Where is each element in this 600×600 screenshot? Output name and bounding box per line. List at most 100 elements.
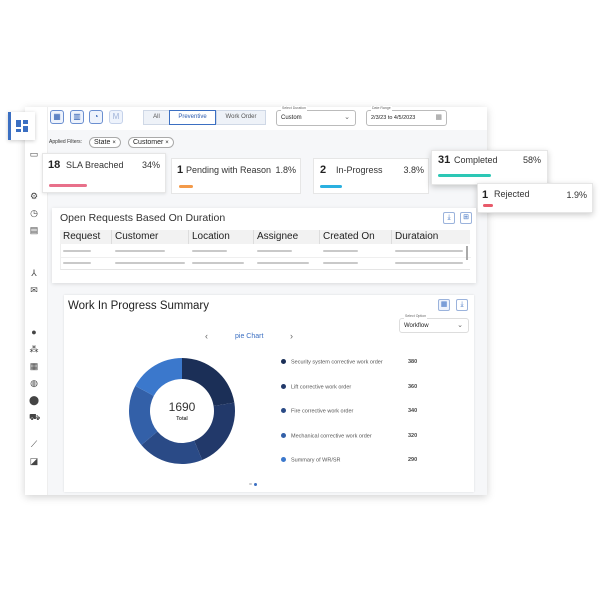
- column-header-assignee[interactable]: Assignee: [254, 230, 320, 244]
- legend-item: Fire corrective work order: [281, 408, 353, 416]
- status-card-in-progress[interactable]: 2 In-Progress 3.8%: [313, 158, 429, 194]
- legend-label: Fire corrective work order: [291, 408, 354, 415]
- scrollbar[interactable]: [466, 246, 468, 260]
- date-range-field[interactable]: Date Range 2/3/23 to 4/5/2023 ▦: [366, 106, 447, 126]
- card-bar: [49, 184, 87, 187]
- open-requests-title: Open Requests Based On Duration: [60, 212, 226, 224]
- chevron-down-icon: ⌄: [457, 322, 463, 329]
- card-count: 1: [482, 189, 489, 201]
- status-card-pending[interactable]: 1 Pending with Reason 1.8%: [171, 158, 301, 194]
- hierarchy-icon[interactable]: ⅄: [29, 268, 39, 278]
- column-header-duration[interactable]: Durataion: [392, 230, 470, 244]
- edit-icon[interactable]: ◪: [29, 456, 39, 466]
- legend-label: Summary of WR/SR: [291, 457, 341, 464]
- download-button[interactable]: ⤓: [456, 299, 468, 311]
- status-card-completed[interactable]: 31 Completed 58%: [431, 150, 548, 185]
- option-value: Workflow: [404, 323, 429, 329]
- option-label: Select Option: [404, 314, 428, 319]
- sidebar-item-dashboard[interactable]: [8, 112, 35, 140]
- legend-value: 340: [408, 408, 418, 414]
- columns-button[interactable]: ⊞: [460, 212, 472, 224]
- clock-icon[interactable]: ◷: [29, 208, 39, 218]
- donut-total-label: Total: [176, 416, 188, 422]
- globe-icon[interactable]: ◍: [29, 378, 39, 388]
- cart-icon[interactable]: ⛟: [29, 412, 40, 422]
- chart-type-label: pie Chart: [235, 333, 264, 340]
- segment-work-order[interactable]: Work Order: [216, 110, 266, 125]
- card-bar: [179, 185, 193, 188]
- chevron-right-icon[interactable]: ›: [290, 331, 293, 341]
- mail-view-button[interactable]: M: [109, 110, 123, 124]
- legend-value: 320: [408, 432, 418, 439]
- dashboard-view-button[interactable]: ▦: [50, 110, 64, 124]
- legend-dot: [281, 359, 286, 364]
- column-header-created-on[interactable]: Created On: [320, 230, 392, 244]
- location-pin-icon[interactable]: ⬤: [29, 395, 39, 405]
- filter-chip-customer[interactable]: Customer ×: [128, 137, 174, 148]
- close-icon[interactable]: ×: [165, 140, 169, 146]
- chart-view-button[interactable]: ◔: [89, 110, 103, 124]
- applied-filters-label: Applied Filters:: [49, 139, 83, 145]
- user-icon[interactable]: ●: [29, 327, 39, 337]
- status-card-sla-breached[interactable]: 18 SLA Breached 34%: [42, 153, 166, 193]
- chevron-down-icon: ⌄: [344, 114, 350, 121]
- table-icon[interactable]: ▤: [29, 225, 39, 235]
- chevron-left-icon[interactable]: ‹: [205, 331, 208, 341]
- legend-item: Summary of WR/SR: [281, 457, 341, 465]
- status-card-rejected[interactable]: 1 Rejected 1.9%: [477, 183, 593, 213]
- chip-label: Customer: [133, 139, 164, 146]
- segment-preventive[interactable]: Preventive: [169, 110, 216, 125]
- page-dot-active[interactable]: [254, 483, 257, 486]
- segment-all[interactable]: All: [143, 110, 170, 125]
- legend-dot: [281, 383, 286, 389]
- dashboard-icon: [16, 120, 28, 132]
- card-percent: 3.8%: [403, 165, 424, 175]
- legend-label: Lift corrective work order: [291, 384, 352, 390]
- duration-label: Select Duration: [281, 106, 307, 111]
- legend-dot: [281, 432, 286, 438]
- legend-item: Lift corrective work order: [281, 383, 352, 392]
- legend-label: Mechanical corrective work order: [291, 433, 372, 439]
- card-percent: 58%: [522, 155, 541, 165]
- duration-select[interactable]: Select Duration Custom ⌄: [276, 106, 356, 126]
- date-range-label: Date Range: [371, 106, 392, 111]
- mail-icon[interactable]: ✉: [29, 285, 39, 295]
- card-label: Pending with Reason: [186, 165, 272, 175]
- gear-icon[interactable]: ⚙: [29, 191, 39, 201]
- legend-dot: [281, 408, 286, 413]
- card-label: Rejected: [494, 189, 530, 199]
- table-row: [63, 262, 91, 264]
- column-header-location[interactable]: Location: [189, 230, 254, 244]
- column-header-customer[interactable]: Customer: [112, 230, 189, 244]
- table-view-button[interactable]: ▦: [438, 299, 450, 311]
- card-bar: [320, 185, 342, 188]
- card-bar: [438, 174, 491, 177]
- donut-total: 1690: [168, 400, 196, 414]
- option-select[interactable]: Select Option Workflow ⌄: [399, 314, 469, 333]
- card-label: Completed: [454, 155, 498, 165]
- filter-chip-state[interactable]: State ×: [89, 137, 121, 148]
- legend-label: Security system corrective work order: [291, 359, 383, 366]
- database-icon[interactable]: ▦: [29, 361, 39, 371]
- date-range-value: 2/3/23 to 4/5/2023: [371, 115, 416, 121]
- legend-item: Security system corrective work order: [281, 359, 383, 367]
- calendar-view-button[interactable]: ▥: [70, 110, 84, 124]
- calendar-icon[interactable]: ▦: [435, 111, 442, 125]
- close-icon[interactable]: ×: [112, 140, 116, 146]
- legend-dot: [281, 457, 286, 462]
- card-count: 18: [48, 159, 61, 171]
- wip-title: Work In Progress Summary: [68, 300, 210, 312]
- assets-icon[interactable]: ⁂: [29, 344, 39, 354]
- download-button[interactable]: ⤓: [443, 212, 455, 224]
- calendar-icon[interactable]: ▭: [29, 149, 39, 159]
- card-count: 31: [438, 154, 451, 166]
- card-percent: 1.9%: [566, 190, 587, 200]
- line-chart-icon[interactable]: ⟋: [29, 439, 39, 449]
- column-header-request[interactable]: Request: [60, 230, 112, 244]
- page-dot[interactable]: [249, 483, 252, 485]
- donut-slice[interactable]: [182, 358, 235, 406]
- legend-value: 380: [408, 359, 418, 365]
- card-percent: 1.8%: [275, 165, 296, 175]
- table-row: [63, 250, 91, 252]
- legend-item: Mechanical corrective work order: [281, 432, 372, 441]
